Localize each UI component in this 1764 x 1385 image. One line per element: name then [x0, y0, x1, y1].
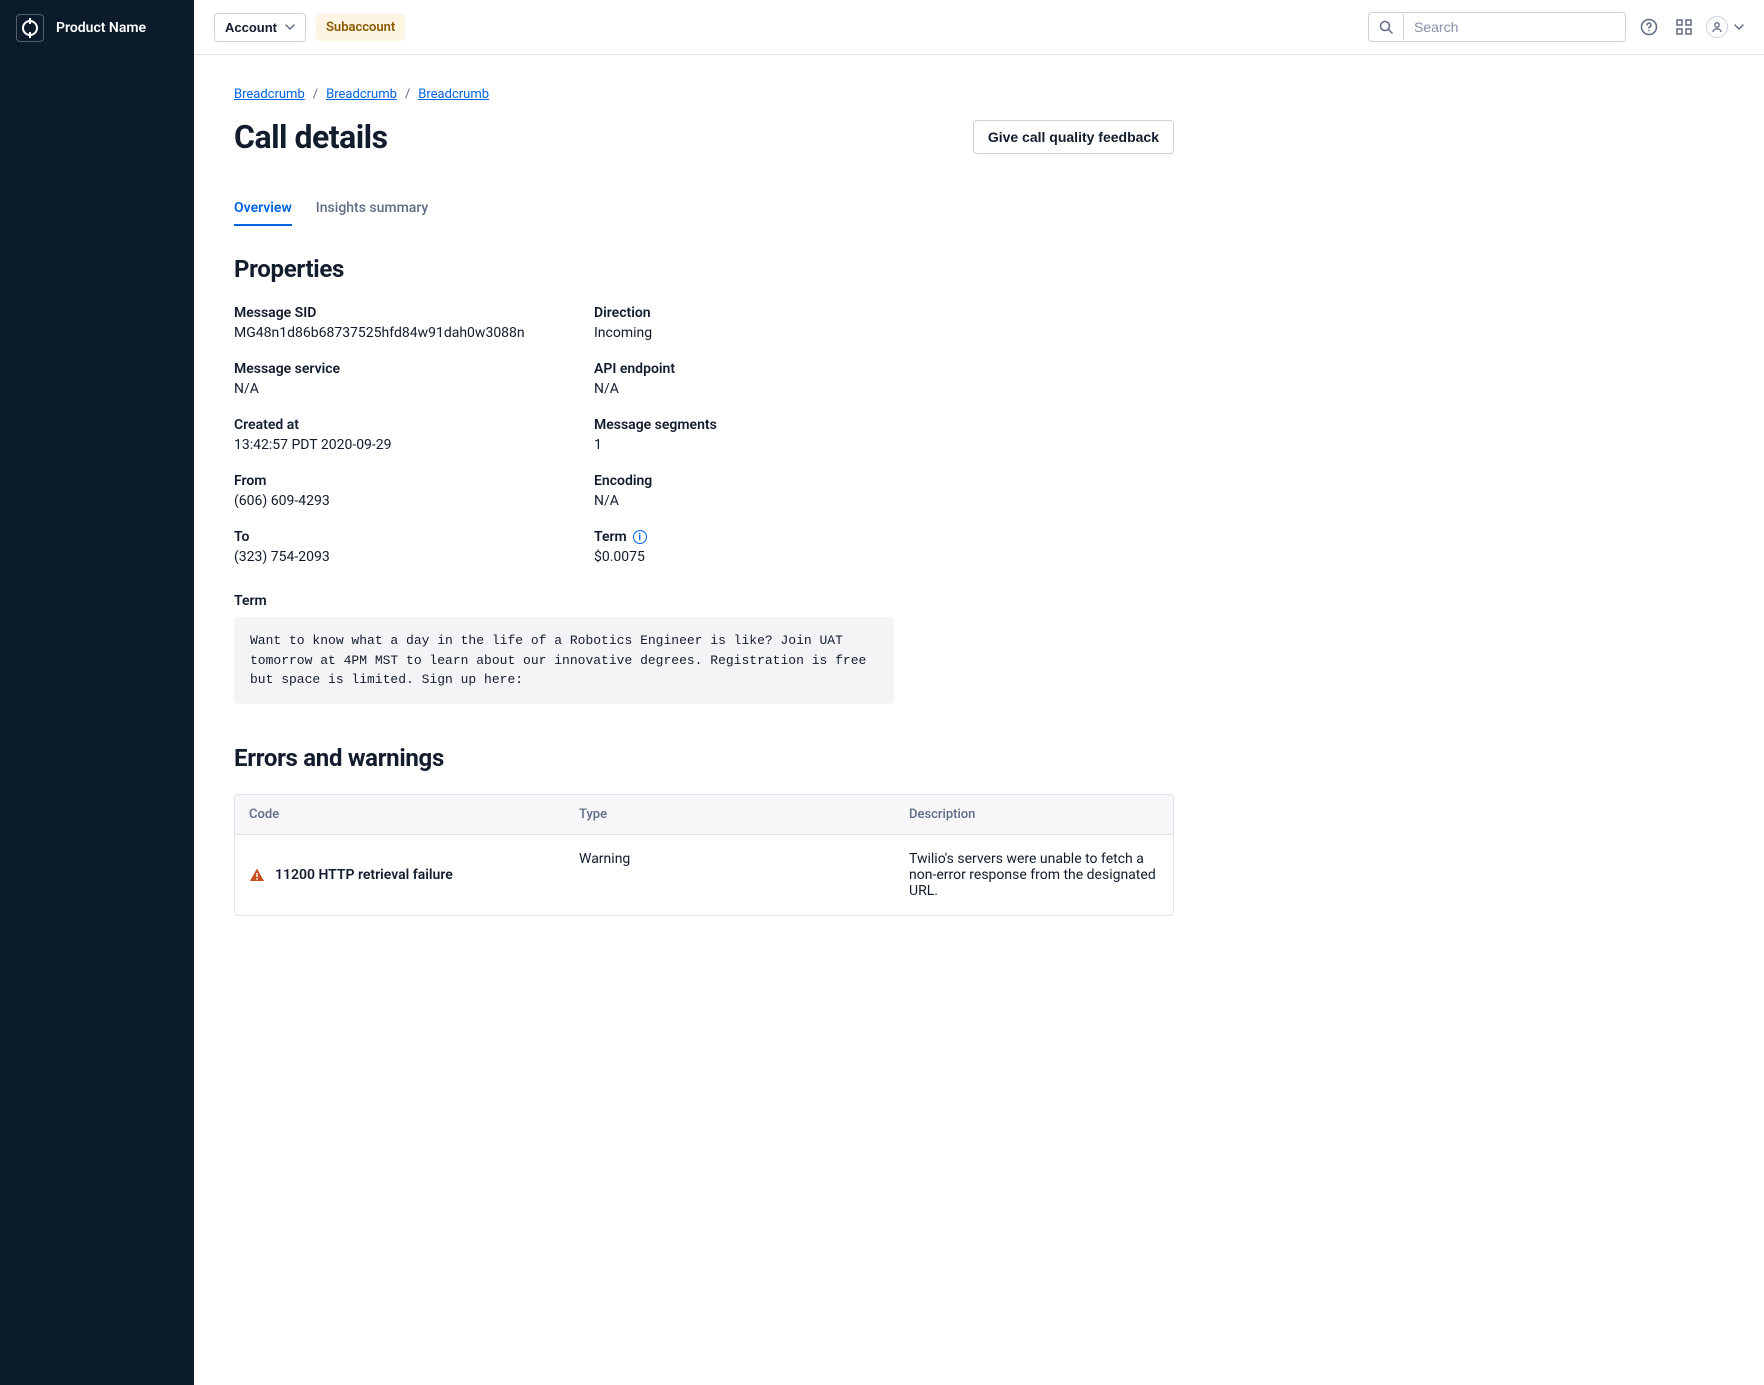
logo-icon: [16, 14, 44, 42]
breadcrumb-link[interactable]: Breadcrumb: [418, 87, 489, 102]
prop-created-at: Created at 13:42:57 PDT 2020-09-29: [234, 417, 574, 453]
breadcrumb-link[interactable]: Breadcrumb: [234, 87, 305, 102]
tab-overview[interactable]: Overview: [234, 192, 292, 226]
prop-to: To (323) 754-2093: [234, 529, 574, 565]
chevron-down-icon: [285, 24, 295, 30]
breadcrumb-sep: /: [405, 87, 410, 102]
prop-encoding: Encoding N/A: [594, 473, 1174, 509]
breadcrumb-sep: /: [313, 87, 318, 102]
feedback-button[interactable]: Give call quality feedback: [973, 120, 1174, 154]
page-title: Call details: [234, 118, 388, 156]
sidebar: Product Name: [0, 0, 194, 1385]
user-icon: [1706, 16, 1728, 38]
table-header: Code Type Description: [235, 795, 1173, 835]
account-label: Account: [225, 20, 277, 35]
product-name: Product Name: [56, 20, 146, 36]
term-body: Want to know what a day in the life of a…: [234, 617, 894, 704]
subaccount-badge: Subaccount: [316, 14, 405, 41]
account-dropdown[interactable]: Account: [214, 13, 306, 42]
apps-icon[interactable]: [1672, 15, 1696, 39]
tab-insights-summary[interactable]: Insights summary: [316, 192, 428, 226]
term-label: Term: [234, 593, 1174, 609]
prop-message-segments: Message segments 1: [594, 417, 1174, 453]
table-row: 11200 HTTP retrieval failure Warning Twi…: [235, 835, 1173, 915]
error-code: 11200 HTTP retrieval failure: [235, 835, 565, 915]
properties-title: Properties: [234, 255, 1174, 283]
user-menu[interactable]: [1706, 16, 1744, 38]
search-input[interactable]: [1404, 13, 1625, 41]
prop-api-endpoint: API endpoint N/A: [594, 361, 1174, 397]
prop-from: From (606) 609-4293: [234, 473, 574, 509]
sidebar-header: Product Name: [0, 0, 194, 56]
search-box[interactable]: [1368, 12, 1626, 42]
prop-term-price: Term i $0.0075: [594, 529, 1174, 565]
chevron-down-icon: [1734, 24, 1744, 30]
errors-table: Code Type Description 11200 HTTP retriev…: [234, 794, 1174, 916]
error-type: Warning: [565, 835, 895, 915]
breadcrumb: Breadcrumb / Breadcrumb / Breadcrumb: [234, 87, 1174, 102]
prop-direction: Direction Incoming: [594, 305, 1174, 341]
properties-grid: Message SID MG48n1d86b68737525hfd84w91da…: [234, 305, 1174, 565]
prop-message-sid: Message SID MG48n1d86b68737525hfd84w91da…: [234, 305, 574, 341]
search-icon: [1369, 14, 1404, 40]
info-icon[interactable]: i: [633, 530, 647, 544]
breadcrumb-link[interactable]: Breadcrumb: [326, 87, 397, 102]
errors-title: Errors and warnings: [234, 744, 1174, 772]
tabs: Overview Insights summary: [234, 192, 1174, 227]
warning-icon: [249, 867, 265, 883]
prop-message-service: Message service N/A: [234, 361, 574, 397]
error-description: Twilio's servers were unable to fetch a …: [895, 835, 1173, 915]
help-icon[interactable]: [1636, 14, 1662, 40]
topbar: Account Subaccount: [194, 0, 1764, 55]
